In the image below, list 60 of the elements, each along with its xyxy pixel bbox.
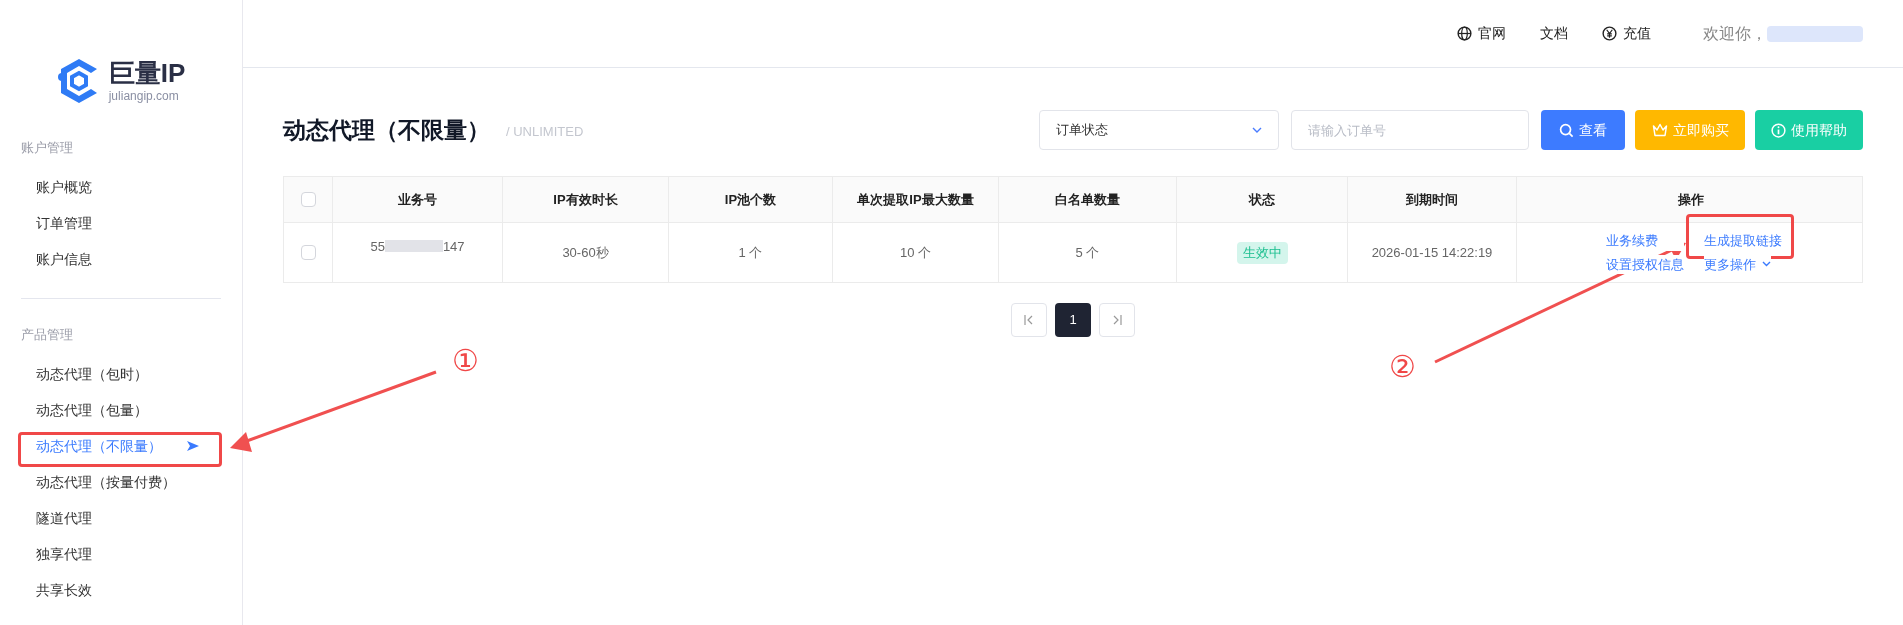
header-link[interactable]: 文档 [1540,23,1568,44]
sidebar-item[interactable]: 动态代理（包量） [21,392,219,428]
order-number-end: 147 [442,238,465,256]
more-actions-dropdown[interactable]: 更多操作 [1703,254,1771,274]
last-page-button[interactable] [1099,303,1135,337]
header-link[interactable]: 官网 [1457,23,1506,44]
sidebar-item[interactable]: 账户概览 [21,169,219,205]
status-tag: 生效中 [1236,241,1288,264]
logo-domain: juliangip.com [108,88,180,104]
order-number-field[interactable]: 请输入订单号 [1291,110,1529,150]
chevron-down-icon [1761,261,1771,268]
step-number: ② [1389,352,1416,382]
redacted-block [384,240,443,252]
column-header: 单次提取IP最大数量 [857,190,974,209]
column-header: 状态 [1249,190,1275,209]
sidebar-item[interactable]: 动态代理（包时） [21,356,219,392]
yen-icon [1602,26,1617,41]
column-header: 业务号 [398,190,437,209]
table-cell-text: 5 个 [1075,243,1100,262]
sidebar-item[interactable]: 共享长效 [21,572,219,608]
section-title: 账户管理 [21,139,73,158]
column-header: IP池个数 [724,190,777,209]
sidebar-item[interactable]: 账户信息 [21,241,219,277]
action-link[interactable]: 业务续费 [1605,231,1684,251]
first-page-button[interactable] [1011,303,1047,337]
order-status-select[interactable]: 订单状态 [1039,110,1279,150]
crown-icon [1651,123,1668,137]
column-header: IP有效时长 [553,190,618,209]
page-button[interactable]: 1 [1055,303,1091,337]
checkbox[interactable] [300,192,316,207]
search-button[interactable]: 查看 [1541,110,1625,150]
column-header: 到期时间 [1406,190,1458,209]
checkbox[interactable] [300,245,316,260]
table-cell-text: 10 个 [899,243,932,262]
table-cell-text: 2026-01-15 14:22:19 [1371,243,1493,262]
sidebar-item[interactable]: 独享代理 [21,536,219,572]
order-number-start: 55 [370,238,385,256]
action-link[interactable]: 设置授权信息 [1605,254,1684,274]
info-icon [1771,122,1786,138]
search-icon [1559,122,1574,138]
sidebar-item[interactable]: 动态代理（按量付费） [21,464,219,500]
first-page-icon [1024,315,1034,325]
last-page-icon [1112,315,1122,325]
section-title: 产品管理 [21,326,73,345]
logo-name: 巨量IP [108,58,186,88]
table-cell-text: 30-60秒 [562,243,609,262]
sidebar-item[interactable]: 动态代理（不限量） [21,428,219,464]
welcome-text: 欢迎你， [1703,23,1767,44]
send-arrow-icon [187,441,199,451]
column-header: 白名单数量 [1055,190,1120,209]
column-header: 操作 [1677,190,1704,209]
step-number: ① [452,346,479,376]
page-title: 动态代理（不限量） [283,115,490,145]
globe-icon [1457,26,1472,41]
chevron-down-icon [1252,127,1262,133]
page-subtitle: / UNLIMITED [506,123,584,142]
table-cell-text: 1 个 [738,243,763,262]
sidebar-item[interactable]: 隧道代理 [21,500,219,536]
sidebar-item[interactable]: 订单管理 [21,205,219,241]
header-link[interactable]: 充值 [1602,23,1651,44]
